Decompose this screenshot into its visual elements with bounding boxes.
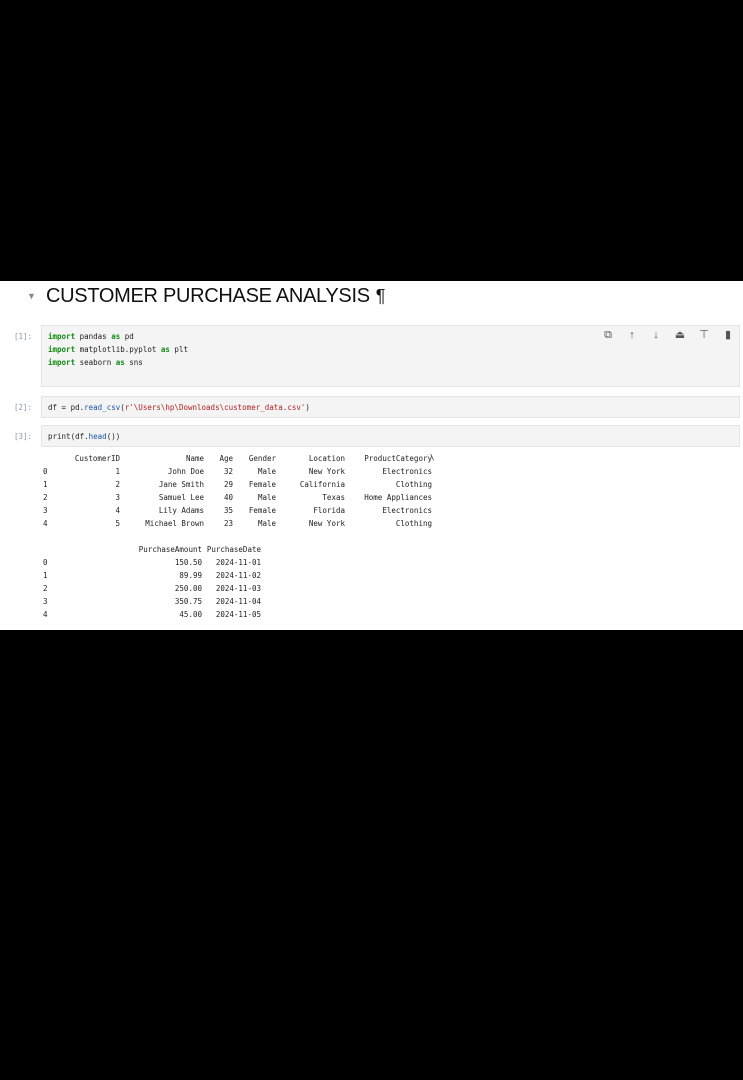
copy-icon[interactable]: ⧉ <box>601 328 615 342</box>
table-row-cell: 1 <box>43 571 48 580</box>
table-row-cell: Female <box>248 506 276 515</box>
table-row-cell: Florida <box>313 506 345 515</box>
table-row-cell: 89.99 <box>179 571 202 580</box>
table-header-row-cell: PurchaseDate <box>206 545 261 554</box>
heading-text: CUSTOMER PURCHASE ANALYSIS <box>46 285 370 307</box>
table-row-cell: Clothing <box>395 519 432 528</box>
table-header-row-cell <box>43 543 53 556</box>
table-row-cell: 0 <box>43 467 48 476</box>
table-row-cell: 4 <box>43 519 48 528</box>
table-row: 0 1 John Doe 32 Male New York Electronics <box>43 465 432 478</box>
code-cell-3[interactable]: print(df.head()) <box>41 425 740 447</box>
table-header-row-cell: PurchaseAmount <box>138 545 202 554</box>
insert-above-icon[interactable]: ⏏ <box>673 328 687 342</box>
table-row: 3 350.75 2024-11-04 <box>43 595 261 608</box>
table-header-row: CustomerID Name Age Gender Location ProductCa… <box>43 452 432 465</box>
table-row-cell: 35 <box>223 506 233 515</box>
table-row-cell: 4 <box>43 610 48 619</box>
table-row-cell: Electronics <box>382 467 432 476</box>
table-row-cell: Clothing <box>395 480 432 489</box>
arrow-up-icon[interactable]: ↑ <box>625 328 639 342</box>
table-row-cell: 2024-11-04 <box>215 597 261 606</box>
code-line-print: print(df.head()) <box>48 432 121 441</box>
arrow-down-icon[interactable]: ↓ <box>649 328 663 342</box>
table-row: 1 2 Jane Smith 29 Female California Clothing <box>43 478 432 491</box>
heading-anchor-link[interactable]: ¶ <box>376 286 386 306</box>
table-row-cell: 2024-11-03 <box>215 584 261 593</box>
cell-2-prompt: [2]: <box>14 403 33 412</box>
cell-1-prompt: [1]: <box>14 332 33 341</box>
table-row: 3 4 Lily Adams 35 Female Florida Electronics <box>43 504 432 517</box>
table-row-cell: Electronics <box>382 506 432 515</box>
cell-3-prompt: [3]: <box>14 432 33 441</box>
table-row-cell: Male <box>257 493 276 502</box>
table-row-cell: 45.00 <box>179 610 202 619</box>
code-line-2: import matplotlib.pyplot as plt <box>48 345 188 354</box>
table-header-row-cell: Age <box>219 454 233 463</box>
table-row-cell: Male <box>257 519 276 528</box>
heading-title: CUSTOMER PURCHASE ANALYSIS ¶ <box>46 285 385 308</box>
table-row: 4 5 Michael Brown 23 Male New York Clothing <box>43 517 432 530</box>
output-table-2: PurchaseAmount PurchaseDate 0 150.50 2024-11… <box>43 543 261 621</box>
table-row-cell: Female <box>248 480 276 489</box>
table-row-cell: 29 <box>223 480 233 489</box>
table-row-cell: New York <box>308 467 345 476</box>
table-header-row-cell <box>43 452 53 465</box>
code-cell-2[interactable]: df = pd.read_csv(r'\Users\hp\Downloads\c… <box>41 396 740 418</box>
table-row-cell: 23 <box>223 519 233 528</box>
collapse-caret-icon[interactable]: ▼ <box>27 291 36 301</box>
table-row-cell: John Doe <box>167 467 204 476</box>
table-row-cell: 1 <box>115 467 120 476</box>
table-row-cell: Texas <box>322 493 345 502</box>
table-header-row-cell: Name <box>185 454 204 463</box>
notebook-page: ▼ CUSTOMER PURCHASE ANALYSIS ¶ [1]: impor… <box>0 281 743 630</box>
table-row-cell: 3 <box>43 506 48 515</box>
table-header-row-cell: CustomerID <box>74 454 120 463</box>
table-row-cell: 3 <box>43 597 48 606</box>
table-header-row-cell: Gender <box>248 454 276 463</box>
table-row-cell: 2024-11-01 <box>215 558 261 567</box>
output-table-1: CustomerID Name Age Gender Location ProductCa… <box>43 452 432 530</box>
table-row-cell: 2 <box>43 493 48 502</box>
code-line-3: import seaborn as sns <box>48 358 143 367</box>
table-row: 1 89.99 2024-11-02 <box>43 569 261 582</box>
delete-icon[interactable]: ▮ <box>721 328 735 342</box>
table-row-cell: 5 <box>115 519 120 528</box>
table-row-cell: 2 <box>43 584 48 593</box>
table-row-cell: 3 <box>115 493 120 502</box>
table-row-cell: 1 <box>43 480 48 489</box>
table-row: 0 150.50 2024-11-01 <box>43 556 261 569</box>
table-header-row-cell: Location <box>308 454 345 463</box>
table-row-cell: 0 <box>43 558 48 567</box>
table-row-cell: Samuel Lee <box>158 493 204 502</box>
table-row-cell: Michael Brown <box>145 519 204 528</box>
table-row-cell: California <box>299 480 345 489</box>
table-row-cell: 250.00 <box>174 584 202 593</box>
markdown-heading-cell[interactable]: ▼ CUSTOMER PURCHASE ANALYSIS ¶ <box>0 281 743 315</box>
table-header-row-cell: ProductCategory <box>364 454 432 463</box>
table-row-cell: 150.50 <box>174 558 202 567</box>
table-row-cell: 2024-11-02 <box>215 571 261 580</box>
code-line-read-csv: df = pd.read_csv(r'\Users\hp\Downloads\c… <box>48 403 310 412</box>
table-row: 2 3 Samuel Lee 40 Male Texas Home Appliances <box>43 491 432 504</box>
table-row-cell: 4 <box>115 506 120 515</box>
table-header-row: PurchaseAmount PurchaseDate <box>43 543 261 556</box>
table-row-cell: Home Appliances <box>364 493 432 502</box>
table-row-cell: 350.75 <box>174 597 202 606</box>
table-row: 4 45.00 2024-11-05 <box>43 608 261 621</box>
cell-toolbar: ⧉ ↑ ↓ ⏏ ⊤ ▮ <box>601 328 735 342</box>
table-row-cell: 40 <box>223 493 233 502</box>
table-row-cell: Male <box>257 467 276 476</box>
line-continuation: \ <box>430 453 435 462</box>
code-line-1: import pandas as pd <box>48 332 134 341</box>
table-row-cell: New York <box>308 519 345 528</box>
table-row-cell: 32 <box>223 467 233 476</box>
table-row-cell: Jane Smith <box>158 480 204 489</box>
insert-below-icon[interactable]: ⊤ <box>697 328 711 342</box>
table-row-cell: 2 <box>115 480 120 489</box>
table-row-cell: 2024-11-05 <box>215 610 261 619</box>
table-row-cell: Lily Adams <box>158 506 204 515</box>
table-row: 2 250.00 2024-11-03 <box>43 582 261 595</box>
